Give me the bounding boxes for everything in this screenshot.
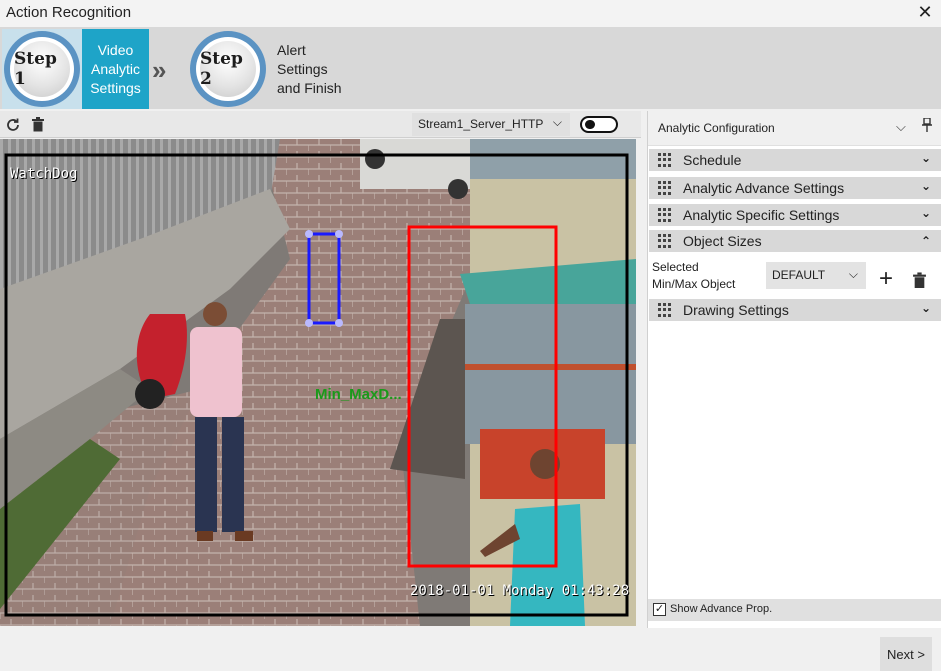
chevron-down-icon: ⌄	[920, 206, 931, 220]
section-drawing-label: Drawing Settings	[683, 302, 789, 318]
section-schedule[interactable]: Schedule ⌄	[649, 149, 941, 171]
chevron-up-icon: ⌃	[920, 234, 931, 248]
video-frame[interactable]: WatchDog Min_MaxD... 2018-01-01 Monday 0…	[0, 139, 636, 626]
video-timestamp: 2018-01-01 Monday 01:43:28	[410, 583, 630, 599]
wizard-header: Step 1 Video Analytic Settings » Step 2 …	[0, 27, 941, 109]
step-2-badge[interactable]: Step 2	[188, 29, 268, 109]
grip-icon	[658, 303, 672, 317]
title-bar: Action Recognition ✕	[0, 0, 941, 27]
refresh-icon[interactable]	[4, 116, 21, 133]
chevron-down-icon: ⌵	[848, 267, 858, 281]
video-toolbar: Stream1_Server_HTTP ⌵	[0, 111, 641, 138]
step-2-label-line: Settings	[277, 60, 328, 77]
object-select-value: DEFAULT	[772, 268, 826, 282]
selected-object-label: Selected Min/Max Object	[652, 259, 735, 293]
show-advance-label: Show Advance Prop.	[670, 603, 773, 615]
config-panel-title: Analytic Configuration	[658, 121, 775, 135]
stream-select[interactable]: Stream1_Server_HTTP ⌵	[412, 113, 570, 136]
pin-icon[interactable]	[922, 117, 932, 135]
step-1-label-line: Settings	[90, 79, 141, 96]
trash-icon[interactable]	[29, 116, 46, 133]
section-object-sizes-label: Object Sizes	[683, 233, 762, 249]
section-schedule-label: Schedule	[683, 152, 742, 168]
section-analytic-advance[interactable]: Analytic Advance Settings ⌄	[649, 177, 941, 199]
selected-object-label-line: Min/Max Object	[652, 277, 736, 291]
grip-icon	[658, 181, 672, 195]
watermark-label: WatchDog	[10, 166, 78, 182]
section-specific-label: Analytic Specific Settings	[683, 207, 840, 223]
chevron-down-icon: ⌄	[920, 301, 931, 315]
toggle-knob	[585, 120, 595, 129]
chevron-down-icon: ⌄	[920, 151, 931, 165]
chevron-down-icon: ⌄	[920, 179, 931, 193]
add-icon[interactable]: +	[876, 267, 896, 291]
show-advance-checkbox[interactable]: ✓	[653, 603, 666, 616]
step-2-label[interactable]: Alert Settings and Finish	[268, 29, 358, 109]
section-analytic-specific[interactable]: Analytic Specific Settings ⌄	[649, 204, 941, 226]
step-2-label-line: Alert	[277, 41, 306, 58]
step-2-text: Step 2	[200, 49, 243, 89]
step-1-label-line: Video	[97, 41, 134, 58]
step-2-label-line: and Finish	[277, 79, 342, 96]
stream-toggle[interactable]	[580, 116, 618, 133]
step-1-label[interactable]: Video Analytic Settings	[82, 29, 149, 109]
section-drawing-settings[interactable]: Drawing Settings ⌄	[649, 299, 941, 321]
section-object-sizes[interactable]: Object Sizes ⌃	[649, 230, 941, 252]
next-button[interactable]: Next >	[880, 637, 932, 671]
chevron-down-icon: ⌵	[552, 115, 562, 129]
grip-icon	[658, 208, 672, 222]
camera-scene	[0, 139, 636, 626]
show-advance-bar: ✓ Show Advance Prop.	[648, 599, 941, 621]
window-title: Action Recognition	[6, 4, 132, 21]
grip-icon	[658, 153, 672, 167]
double-chevron-icon: »	[152, 55, 167, 85]
stream-value: Stream1_Server_HTTP	[418, 117, 544, 131]
object-select[interactable]: DEFAULT ⌵	[766, 262, 866, 289]
step-1-badge[interactable]: Step 1	[2, 29, 82, 109]
selected-object-label-line: Selected	[652, 260, 699, 274]
step-1-text: Step 1	[14, 49, 57, 89]
analytic-config-panel: Analytic Configuration ⌵ Schedule ⌄ Anal…	[647, 111, 941, 628]
close-icon[interactable]: ✕	[915, 2, 935, 22]
object-size-label: Min_MaxD...	[315, 386, 402, 403]
grip-icon	[658, 234, 672, 248]
step-1-label-line: Analytic	[90, 60, 141, 77]
section-advance-label: Analytic Advance Settings	[683, 180, 845, 196]
chevron-down-icon[interactable]: ⌵	[896, 119, 906, 135]
config-panel-header: Analytic Configuration ⌵	[648, 111, 941, 146]
trash-icon[interactable]	[912, 272, 928, 290]
